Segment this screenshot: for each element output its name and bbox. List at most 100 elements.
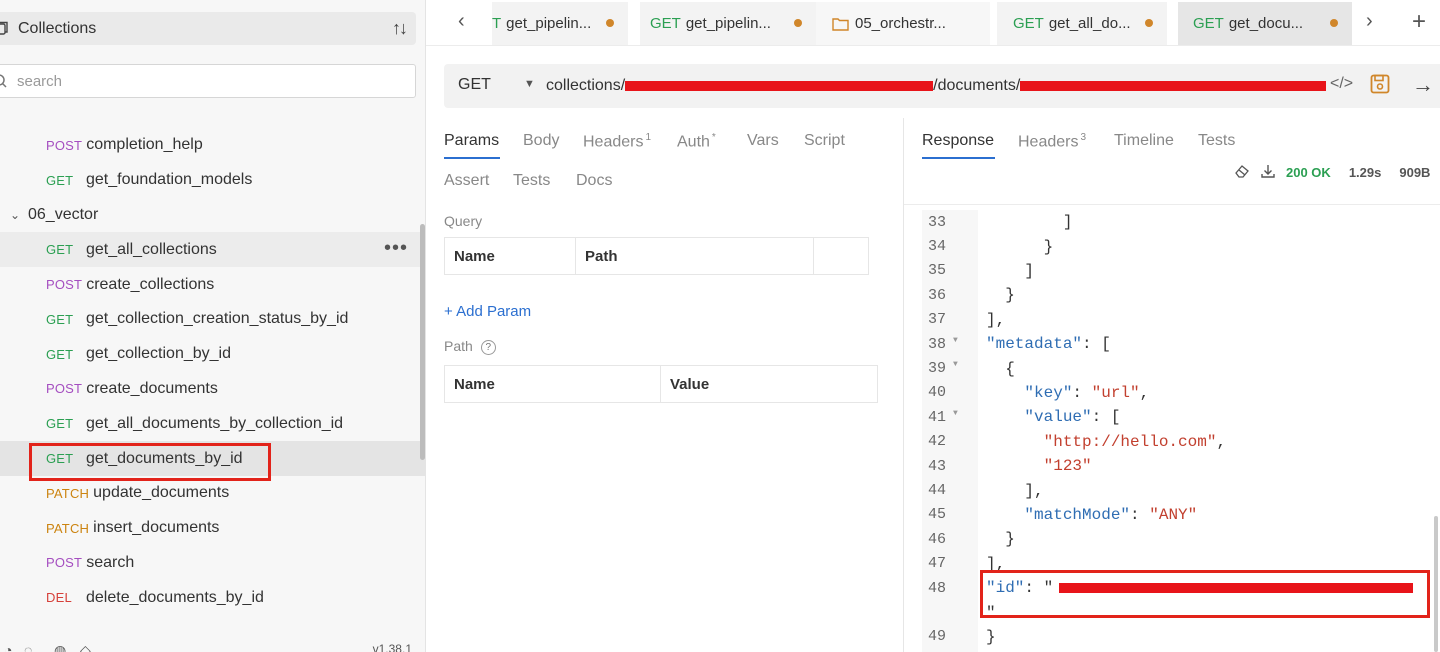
- request-item-get-documents-by-id[interactable]: GET get_documents_by_id: [0, 441, 425, 476]
- collections-header[interactable]: Collections ↑↓: [0, 12, 416, 45]
- line-number: 49: [928, 628, 947, 646]
- request-item-update-documents[interactable]: PATCH update_documents: [0, 476, 425, 511]
- collections-title: Collections: [18, 19, 97, 37]
- tab-tests[interactable]: Tests: [513, 172, 550, 190]
- path-col-value: Value: [670, 375, 710, 393]
- settings-icon[interactable]: ◌: [24, 642, 32, 652]
- code-text: "123": [1043, 457, 1092, 476]
- request-item-get-all-collections[interactable]: GET get_all_collections •••: [0, 232, 425, 268]
- code-line: 47],: [922, 552, 1440, 576]
- request-item-create-collections[interactable]: POST create_collections: [0, 267, 425, 302]
- line-number: 46: [928, 530, 947, 548]
- code-text: "matchMode": "ANY": [1024, 505, 1198, 524]
- method-selector[interactable]: GET: [458, 76, 491, 94]
- unsaved-dot: [606, 19, 614, 27]
- tab-response[interactable]: Response: [922, 132, 994, 150]
- request-name: get_documents_by_id: [86, 449, 243, 467]
- code-text: "value": [: [1024, 408, 1121, 427]
- code-icon[interactable]: </>: [1330, 75, 1353, 93]
- download-icon[interactable]: [1260, 163, 1276, 182]
- tab-params[interactable]: Params: [444, 132, 499, 150]
- code-text: ]: [986, 261, 1035, 280]
- new-tab-plus-icon[interactable]: +: [1412, 8, 1426, 36]
- request-item-insert-documents[interactable]: PATCH insert_documents: [0, 511, 425, 546]
- response-size: 909B: [1399, 164, 1431, 180]
- request-item-completion-help[interactable]: POST completion_help: [0, 128, 425, 163]
- line-number: 44: [928, 482, 947, 500]
- response-separator: [904, 204, 1440, 205]
- line-number: 36: [928, 286, 947, 304]
- caret-down-icon[interactable]: ▼: [524, 78, 535, 90]
- tab-headers[interactable]: Headers 1: [583, 132, 651, 151]
- search-input[interactable]: [17, 72, 397, 90]
- chevron-down-icon: ⌄: [10, 207, 21, 222]
- theme-icon[interactable]: ◍: [54, 642, 66, 652]
- tab-response-headers[interactable]: Headers 3: [1018, 132, 1086, 151]
- request-item-create-documents[interactable]: POST create_documents: [0, 372, 425, 407]
- folder-icon: [832, 17, 849, 31]
- tab-label: 05_orchestr...: [855, 15, 946, 32]
- version-label: v1.38.1: [372, 642, 412, 652]
- request-item-get-foundation-models[interactable]: GET get_foundation_models: [0, 163, 425, 198]
- tab-2[interactable]: GET get_pipelin...: [640, 2, 816, 45]
- code-text: "http://hello.com",: [1043, 432, 1227, 451]
- help-icon[interactable]: ?: [480, 340, 496, 355]
- request-method: POST: [46, 277, 83, 293]
- request-item-get-collection-creation-status-by-id[interactable]: GET get_collection_creation_status_by_id: [0, 302, 425, 337]
- tab-assert[interactable]: Assert: [444, 172, 489, 190]
- chevron-left-icon[interactable]: ‹: [458, 10, 465, 33]
- tab-auth[interactable]: Auth *: [677, 132, 716, 151]
- request-item-delete-documents-by-id[interactable]: DEL delete_documents_by_id: [0, 580, 425, 615]
- tab-method: GET: [650, 15, 681, 32]
- request-item-get-all-documents-by-collection-id[interactable]: GET get_all_documents_by_collection_id: [0, 406, 425, 441]
- add-param-button[interactable]: + Add Param: [444, 303, 531, 320]
- code-text: }: [986, 530, 1015, 549]
- tab-4[interactable]: GET get_all_do...: [997, 2, 1167, 45]
- tab-script[interactable]: Script: [804, 132, 845, 150]
- code-text: }: [986, 286, 1015, 305]
- more-options-icon[interactable]: •••: [384, 238, 408, 258]
- tab-1[interactable]: T get_pipelin...: [492, 2, 628, 45]
- response-scrollbar[interactable]: [1434, 516, 1438, 652]
- request-method: PATCH: [46, 520, 90, 536]
- redaction-mark: [625, 80, 934, 91]
- tab-docs[interactable]: Docs: [576, 172, 612, 190]
- code-text: }: [986, 627, 996, 646]
- search-box[interactable]: [0, 64, 416, 98]
- tab-3[interactable]: 05_orchestr...: [816, 2, 990, 45]
- url-input[interactable]: collections/ /documents/: [546, 77, 1326, 97]
- request-item-search[interactable]: POST search: [0, 546, 425, 581]
- save-icon[interactable]: [1370, 74, 1390, 98]
- folder-label: 06_vector: [28, 205, 99, 223]
- path-label-text: Path: [444, 338, 473, 354]
- response-headers-label: Headers: [1018, 133, 1079, 151]
- sidebar-footer: ◔ ◌ ◍ ◇ v1.38.1: [0, 640, 425, 652]
- cookie-icon[interactable]: ◔: [4, 642, 12, 652]
- notification-icon[interactable]: ◇: [80, 642, 91, 652]
- request-method: GET: [46, 346, 74, 362]
- auth-mark: *: [711, 132, 716, 143]
- line-number: 39: [928, 360, 947, 378]
- sidebar-scrollbar[interactable]: [420, 224, 425, 460]
- eraser-icon[interactable]: [1234, 163, 1250, 182]
- search-icon: [0, 73, 13, 89]
- send-arrow-icon[interactable]: →: [1412, 72, 1434, 98]
- query-col-empty: [814, 238, 868, 274]
- sort-icon[interactable]: ↑↓: [392, 18, 408, 39]
- code-line: 34 }: [922, 234, 1440, 258]
- request-method: DEL: [46, 590, 72, 606]
- tab-5-active[interactable]: GET get_docu...: [1178, 2, 1352, 45]
- request-item-get-collection-by-id[interactable]: GET get_collection_by_id: [0, 337, 425, 372]
- tab-body[interactable]: Body: [523, 132, 559, 150]
- folder-06-vector[interactable]: ⌄ 06_vector: [0, 198, 425, 233]
- code-line: ▼ 38 "metadata": [: [922, 332, 1440, 356]
- tab-timeline[interactable]: Timeline: [1114, 132, 1174, 150]
- line-number: 33: [928, 213, 947, 231]
- request-name: get_collection_creation_status_by_id: [86, 310, 349, 328]
- chevron-right-icon[interactable]: ›: [1366, 10, 1373, 33]
- tab-response-tests[interactable]: Tests: [1198, 132, 1235, 150]
- response-body[interactable]: 33 ] 34 } 35 ] 36 } 37], ▼ 38 "metadata": [▼ 39 …: [922, 210, 1440, 652]
- tab-label: get_docu...: [1228, 15, 1304, 32]
- url-prefix: collections/: [546, 77, 626, 94]
- tab-vars[interactable]: Vars: [747, 132, 779, 150]
